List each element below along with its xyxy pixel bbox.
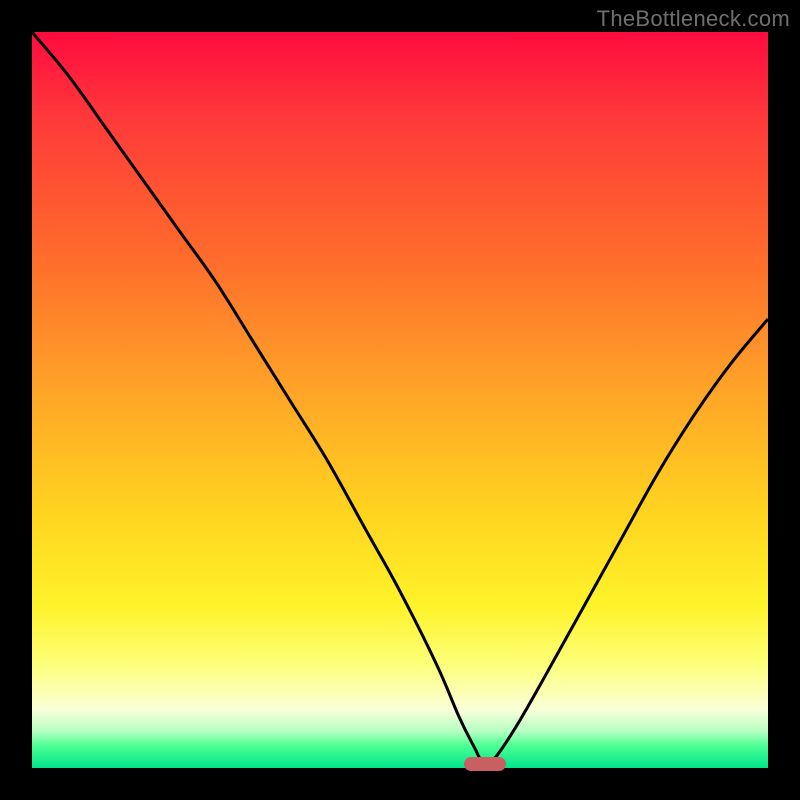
chart-stage: TheBottleneck.com [0,0,800,800]
optimum-marker [464,757,506,771]
bottleneck-curve [32,32,768,765]
plot-area [32,32,768,768]
curve-svg [32,32,768,768]
watermark-text: TheBottleneck.com [597,6,790,32]
